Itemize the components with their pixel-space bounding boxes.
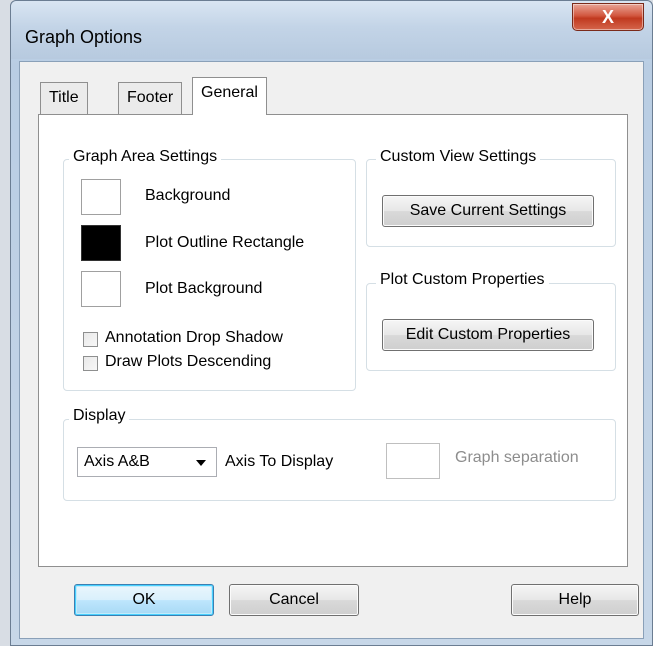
display-legend: Display — [69, 407, 130, 425]
annotation-drop-shadow-label: Annotation Drop Shadow — [105, 329, 283, 346]
background-color-swatch[interactable] — [81, 179, 121, 215]
axis-select-value: Axis A&B — [84, 453, 150, 470]
close-icon[interactable]: X — [572, 3, 644, 31]
graph-options-window: Graph Options X Title Footer General Gra… — [10, 0, 653, 646]
title-bar[interactable]: Graph Options X — [11, 1, 652, 59]
tab-footer-label: Footer — [127, 89, 174, 106]
annotation-drop-shadow-checkbox[interactable] — [83, 332, 98, 347]
axis-to-display-select[interactable]: Axis A&B — [77, 447, 217, 477]
custom-view-settings-legend: Custom View Settings — [376, 148, 541, 166]
chevron-down-icon — [196, 460, 206, 466]
help-button[interactable]: Help — [511, 584, 639, 616]
graph-area-settings-legend: Graph Area Settings — [69, 148, 222, 166]
ok-button[interactable]: OK — [74, 584, 214, 616]
graph-separation-label: Graph separation — [455, 449, 579, 466]
tab-general[interactable]: General — [192, 77, 267, 115]
close-glyph: X — [601, 6, 614, 27]
save-current-settings-label: Save Current Settings — [409, 202, 567, 219]
help-label: Help — [558, 591, 592, 608]
draw-plots-descending-label: Draw Plots Descending — [105, 353, 272, 370]
tab-general-label: General — [201, 84, 258, 101]
dialog-client-area: Title Footer General Graph Area Settings… — [19, 61, 644, 639]
save-current-settings-button[interactable]: Save Current Settings — [382, 195, 594, 227]
tab-title-label: Title — [49, 89, 79, 106]
background-label: Background — [145, 187, 231, 204]
plot-outline-color-swatch[interactable] — [81, 225, 121, 261]
ok-label: OK — [132, 591, 156, 608]
edit-custom-properties-button[interactable]: Edit Custom Properties — [382, 319, 594, 351]
general-tab-panel: Graph Area Settings Background Plot Outl… — [38, 114, 628, 567]
graph-separation-input[interactable] — [386, 443, 440, 479]
tab-title[interactable]: Title — [40, 82, 88, 114]
draw-plots-descending-checkbox[interactable] — [83, 356, 98, 371]
axis-to-display-label: Axis To Display — [225, 453, 334, 470]
plot-outline-label: Plot Outline Rectangle — [145, 234, 305, 251]
plot-background-color-swatch[interactable] — [81, 271, 121, 307]
cancel-button[interactable]: Cancel — [229, 584, 359, 616]
window-title: Graph Options — [25, 27, 143, 47]
tab-footer[interactable]: Footer — [118, 82, 183, 114]
plot-background-label: Plot Background — [145, 280, 263, 297]
edit-custom-properties-label: Edit Custom Properties — [405, 326, 571, 343]
cancel-label: Cancel — [269, 591, 319, 608]
plot-custom-properties-legend: Plot Custom Properties — [376, 271, 549, 289]
